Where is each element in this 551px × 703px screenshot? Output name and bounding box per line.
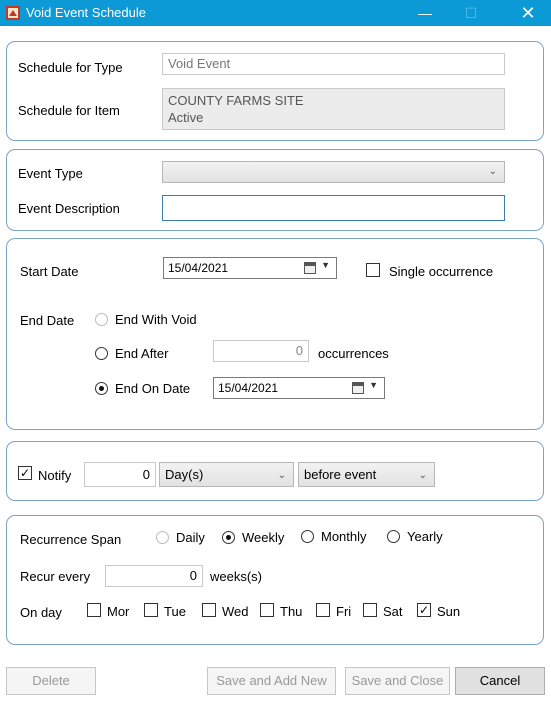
title-bar: Void Event Schedule — ☐ ✕ [0, 0, 551, 26]
recur-unit-label: weeks(s) [210, 569, 263, 584]
end-on-date-picker[interactable]: 15/04/2021 ▼ [213, 377, 385, 399]
save-and-close-button[interactable]: Save and Close [345, 667, 450, 695]
recurrence-monthly-label: Monthly [321, 529, 367, 544]
save-and-add-new-button[interactable]: Save and Add New [207, 667, 336, 695]
day-mon-label: Mor [107, 604, 130, 619]
start-date-picker[interactable]: 15/04/2021 ▼ [163, 257, 337, 279]
occurrences-input[interactable]: 0 [213, 340, 309, 362]
end-after-label: End After [115, 346, 169, 361]
end-on-date-value: 15/04/2021 [218, 381, 279, 395]
day-thu-label: Thu [280, 604, 303, 619]
schedule-item-line2: Active [168, 110, 204, 125]
day-sat-label: Sat [383, 604, 403, 619]
event-type-label: Event Type [18, 166, 83, 181]
event-group: Event Type ⌄ Event Description [6, 149, 544, 231]
end-with-void-label: End With Void [115, 312, 197, 327]
cancel-button[interactable]: Cancel [455, 667, 545, 695]
start-date-value: 15/04/2021 [168, 261, 229, 275]
day-tue-label: Tue [164, 604, 186, 619]
delete-button[interactable]: Delete [6, 667, 96, 695]
recurrence-yearly-radio[interactable] [387, 530, 400, 543]
day-tue-checkbox[interactable] [144, 603, 158, 617]
calendar-icon [352, 382, 364, 394]
day-sun-label: Sun [437, 604, 461, 619]
event-description-label: Event Description [18, 201, 120, 216]
single-occurrence-checkbox[interactable] [366, 263, 380, 277]
end-with-void-radio[interactable] [95, 313, 108, 326]
chevron-down-icon: ▼ [369, 380, 378, 390]
occurrences-label: occurrences [318, 346, 389, 361]
notify-relation-select[interactable]: before event ⌄ [298, 462, 435, 487]
dates-group: Start Date 15/04/2021 ▼ Single occurrenc… [6, 238, 544, 430]
check-icon: ✓ [418, 603, 430, 617]
recurrence-daily-radio[interactable] [156, 531, 169, 544]
end-after-radio[interactable] [95, 347, 108, 360]
day-fri-checkbox[interactable] [316, 603, 330, 617]
end-on-date-radio[interactable] [95, 382, 108, 395]
notify-group: ✓ Notify 0 Day(s) ⌄ before event ⌄ [6, 441, 544, 501]
notify-label: Notify [38, 468, 72, 483]
day-fri-label: Fri [336, 604, 352, 619]
recurrence-span-label: Recurrence Span [20, 532, 122, 547]
recurrence-group: Recurrence Span Daily Weekly Monthly Yea… [6, 515, 544, 645]
minimize-button[interactable]: — [402, 0, 448, 26]
end-date-label: End Date [20, 313, 75, 328]
schedule-group: Schedule for Type Void Event Schedule fo… [6, 41, 544, 141]
recurrence-daily-label: Daily [176, 530, 205, 545]
notify-unit-select[interactable]: Day(s) ⌄ [159, 462, 294, 487]
app-icon [6, 6, 20, 20]
schedule-type-label: Schedule for Type [18, 60, 123, 75]
day-thu-checkbox[interactable] [260, 603, 274, 617]
window-title: Void Event Schedule [26, 5, 146, 20]
chevron-down-icon: ⌄ [277, 470, 286, 481]
start-date-label: Start Date [20, 264, 79, 279]
schedule-item-line1: COUNTY FARMS SITE [168, 93, 304, 108]
recurrence-yearly-label: Yearly [407, 529, 443, 544]
close-button[interactable]: ✕ [505, 0, 551, 26]
notify-amount-input[interactable]: 0 [84, 462, 156, 487]
recur-every-input[interactable]: 0 [105, 565, 203, 587]
notify-unit-value: Day(s) [165, 467, 204, 482]
recur-every-label: Recur every [20, 569, 91, 584]
schedule-item-field: COUNTY FARMS SITE Active [162, 88, 505, 130]
chevron-down-icon: ⌄ [418, 470, 427, 481]
event-description-input[interactable] [162, 195, 505, 221]
day-mon-checkbox[interactable] [87, 603, 101, 617]
schedule-item-label: Schedule for Item [18, 103, 120, 118]
maximize-button[interactable]: ☐ [448, 0, 494, 26]
day-wed-label: Wed [222, 604, 249, 619]
day-sun-checkbox[interactable]: ✓ [417, 603, 431, 617]
notify-checkbox[interactable]: ✓ [18, 466, 32, 480]
notify-relation-value: before event [304, 467, 377, 482]
check-icon: ✓ [19, 466, 31, 480]
end-on-date-label: End On Date [115, 381, 191, 396]
chevron-down-icon: ▼ [321, 260, 330, 270]
single-occurrence-label: Single occurrence [389, 264, 494, 279]
calendar-icon [304, 262, 316, 274]
recurrence-weekly-radio[interactable] [222, 531, 235, 544]
schedule-type-field: Void Event [162, 53, 505, 75]
day-sat-checkbox[interactable] [363, 603, 377, 617]
recurrence-weekly-label: Weekly [242, 530, 285, 545]
chevron-down-icon: ⌄ [488, 166, 497, 177]
day-wed-checkbox[interactable] [202, 603, 216, 617]
recurrence-monthly-radio[interactable] [301, 530, 314, 543]
on-day-label: On day [20, 605, 62, 620]
event-type-select[interactable]: ⌄ [162, 161, 505, 183]
